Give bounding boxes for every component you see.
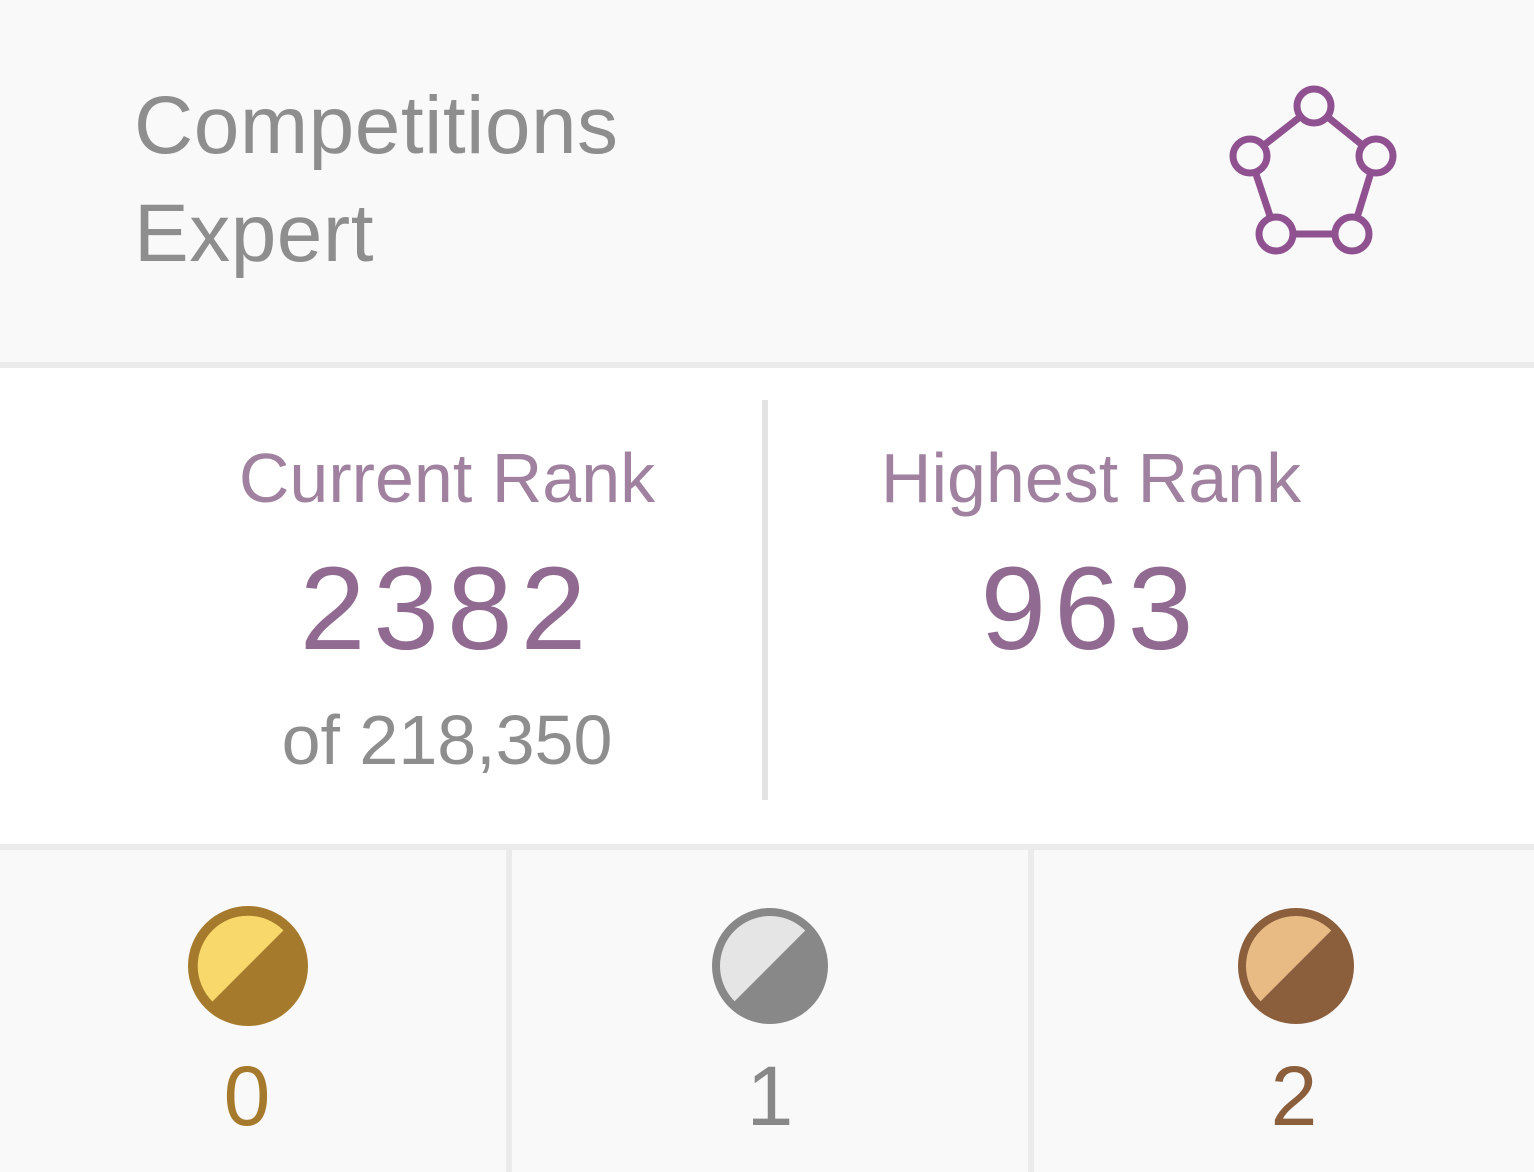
current-rank-total: of 218,350: [281, 701, 613, 779]
highest-rank-column: Highest Rank 963: [768, 368, 1414, 844]
highest-rank-label: Highest Rank: [880, 439, 1302, 517]
tier-header: Competitions Expert: [0, 0, 1534, 362]
tier-name: Expert: [134, 188, 374, 279]
expert-tier-pentagon-icon: [1229, 85, 1397, 255]
highest-rank-value: 963: [980, 543, 1202, 675]
silver-medal-icon: [712, 908, 828, 1024]
bronze-medal-count: 2: [1270, 1049, 1318, 1143]
tier-category: Competitions: [134, 80, 619, 171]
medals-section: 0 1 2: [0, 850, 1534, 1172]
gold-medal-icon: [188, 906, 308, 1026]
current-rank-label: Current Rank: [238, 439, 656, 517]
tier-title: Competitions Expert: [134, 72, 1034, 288]
silver-medal-count: 1: [746, 1049, 794, 1143]
bronze-medal-cell: 2: [1034, 850, 1534, 1172]
current-rank-column: Current Rank 2382 of 218,350: [0, 368, 894, 844]
rank-section: Current Rank 2382 of 218,350 Highest Ran…: [0, 368, 1534, 844]
gold-medal-cell: 0: [0, 850, 494, 1172]
gold-medal-count: 0: [223, 1049, 271, 1143]
current-rank-value: 2382: [299, 543, 595, 675]
bronze-medal-icon: [1238, 908, 1354, 1024]
silver-medal-cell: 1: [512, 850, 1028, 1172]
competitions-tier-card: Competitions Expert Current Rank 2382 of…: [0, 0, 1534, 1172]
